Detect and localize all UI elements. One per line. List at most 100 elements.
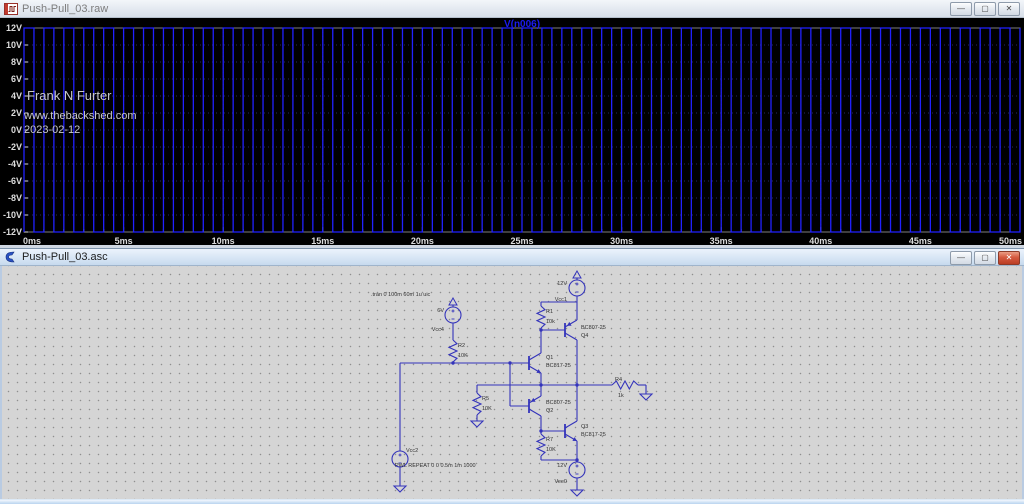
minimize-button[interactable]: — [950,251,972,265]
x-axis-tick-label: 40ms [809,236,832,245]
schematic-label: 12V [557,463,567,469]
schematic-label: Vcc4 [432,327,444,333]
schematic-label: BC807-25 [546,400,571,406]
plot-title: V(n006) [504,19,540,30]
waveform-window: Push-Pull_03.raw — ▢ ✕ 12V 10V 8V 6V 4V 2V 0V -… [0,0,1024,248]
x-axis-tick-label: 50ms [999,236,1022,245]
schematic-label: Vee0 [554,479,567,485]
y-axis-tick-label: -12V [3,227,22,237]
wire-junction [508,361,511,364]
ground-symbol[interactable] [471,421,483,427]
transistor-Q4[interactable]: BC807-25 Q4 [565,320,606,340]
x-axis-tick-label: 5ms [115,236,133,245]
voltage-source-Vcc1[interactable]: 12V Vcc1 [555,271,585,303]
waveform-plot-svg: 12V 10V 8V 6V 4V 2V 0V -2V -4V -6V -8V -10V -12V0ms 5… [0,18,1024,245]
voltage-source-Vcc2[interactable]: PWL REPEAT 0 0 0.5m 1m 1000 Vcc2 [392,448,476,469]
schematic-label: Q2 [546,408,553,414]
wire-junction [539,328,542,331]
plot-annotation: 2023-02-12 [24,124,80,136]
wire-junction [575,458,578,461]
schematic-label: 10K [458,353,468,359]
voltage-source-Vee0[interactable]: 12V Vee0 [554,462,585,485]
resistor-R4[interactable]: R4 1k [612,377,638,399]
restore-button[interactable]: ▢ [974,2,996,16]
transistor-Q2[interactable]: BC807-25 Q2 [529,396,571,416]
ground-symbol[interactable] [394,486,406,492]
x-axis-tick-label: 15ms [311,236,334,245]
wire-junction [575,383,578,386]
schematic-window: Push-Pull_03.asc — ▢ ✕ R110kR210KR510KR7… [0,248,1024,504]
schematic-label: Q4 [581,333,588,339]
y-axis-tick-label: 12V [6,23,22,33]
x-axis-tick-label: 25ms [510,236,533,245]
x-axis-tick-label: 20ms [411,236,434,245]
schematic-label: 6V [437,308,444,314]
y-axis-tick-label: -6V [8,176,22,186]
y-axis-tick-label: 6V [11,74,22,84]
ground-symbol[interactable] [640,394,652,400]
waveform-trace [24,28,1020,232]
y-axis-tick-label: -8V [8,193,22,203]
schematic-label: Q3 [581,424,588,430]
transistor-Q1[interactable]: Q1 BC817-25 [529,353,571,373]
schematic-label: Vcc2 [406,448,418,454]
schematic-label: R4 [615,377,622,383]
schematic-label: 1k [618,393,624,399]
schematic-label: 10K [546,447,556,453]
y-axis-tick-label: 10V [6,40,22,50]
schematic-label: PWL REPEAT 0 0 0.5m 1m 1000 [395,463,476,469]
x-axis-tick-label: 35ms [710,236,733,245]
schematic-file-icon [4,251,18,263]
plot-annotation: www.thebackshed.com [23,110,137,122]
wire-junction [539,383,542,386]
schematic-label: 12V [557,281,567,287]
x-axis-tick-label: 10ms [212,236,235,245]
schematic-label: R7 [546,437,553,443]
x-axis-tick-label: 30ms [610,236,633,245]
schematic-svg: R1 10k R2 10K R5 10K R7 10K R4 1k Q1 BC817-25 BC807-… [2,266,1022,499]
y-axis-tick-label: 8V [11,57,22,67]
schematic-canvas[interactable]: R1 10k R2 10K R5 10K R7 10K R4 1k Q1 BC817-25 BC807-… [2,266,1022,499]
waveform-plot-area[interactable]: 12V 10V 8V 6V 4V 2V 0V -2V -4V -6V -8V -10V -12V0ms 5… [0,18,1024,248]
net-flag-icon [573,271,581,278]
schematic-label: BC807-25 [581,325,606,331]
net-flag-icon [449,298,457,305]
y-axis-tick-label: 2V [11,108,22,118]
schematic-label: .tran 0 100m 60m 1u uic [371,292,431,298]
x-axis-tick-label: 0ms [23,236,41,245]
y-axis-tick-label: 0V [11,125,22,135]
waveform-window-title: Push-Pull_03.raw [22,0,108,18]
schematic-label: R5 [482,396,489,402]
schematic-label: R2 [458,343,465,349]
schematic-label: 10K [482,406,492,412]
y-axis-tick-label: 4V [11,91,22,101]
minimize-button[interactable]: — [950,2,972,16]
close-button[interactable]: ✕ [998,2,1020,16]
y-axis-tick-label: -10V [3,210,22,220]
restore-button[interactable]: ▢ [974,251,996,265]
schematic-label: BC817-25 [546,363,571,369]
resistor-R7[interactable]: R7 10K [537,434,556,456]
voltage-source-Vcc4[interactable]: 6V Vcc4 [432,298,461,333]
schematic-label: BC817-25 [581,432,606,438]
wire-junction [539,429,542,432]
close-button[interactable]: ✕ [998,251,1020,265]
schematic-window-titlebar[interactable]: Push-Pull_03.asc — ▢ ✕ [0,248,1024,266]
y-axis-tick-label: -4V [8,159,22,169]
resistor-R1[interactable]: R1 10k [537,306,555,328]
x-axis-tick-label: 45ms [909,236,932,245]
transistor-Q3[interactable]: Q3 BC817-25 [565,421,606,441]
waveform-window-titlebar[interactable]: Push-Pull_03.raw — ▢ ✕ [0,0,1024,18]
plot-annotation: Frank N Furter [27,88,112,103]
waveform-file-icon [4,3,18,15]
ground-symbol[interactable] [571,490,583,496]
schematic-label: Q1 [546,355,553,361]
schematic-window-title: Push-Pull_03.asc [22,248,108,266]
resistor-R5[interactable]: R5 10K [473,393,492,415]
resistor-R2[interactable]: R2 10K [449,340,468,362]
schematic-window-bottom-border [0,499,1024,504]
schematic-label: R1 [546,309,553,315]
y-axis-tick-label: -2V [8,142,22,152]
schematic-label: Vcc1 [555,297,567,303]
schematic-label: 10k [546,319,555,325]
